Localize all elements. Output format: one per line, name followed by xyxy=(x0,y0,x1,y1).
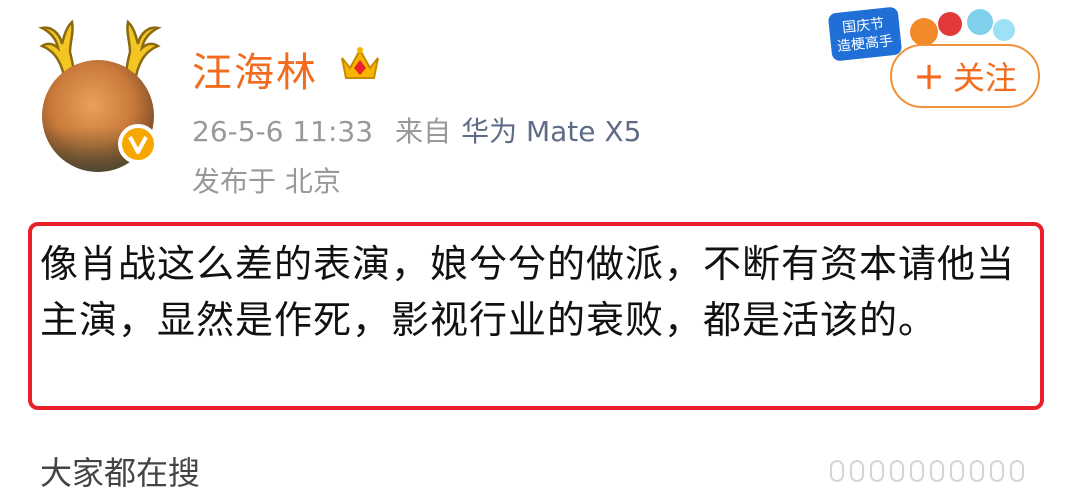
follow-label: 关注 xyxy=(952,59,1017,97)
post-text: 像肖战这么差的表演，娘兮兮的做派，不断有资本请他当主演，显然是作死，影视行业的衰… xyxy=(40,242,1016,342)
post-time: 26-5-6 11:33 xyxy=(192,115,374,148)
crown-icon xyxy=(341,47,379,79)
trending-search-title[interactable]: 大家都在搜 xyxy=(40,448,200,494)
device-link[interactable]: 华为 Mate X5 xyxy=(461,115,641,148)
user-avatar-group[interactable] xyxy=(30,18,170,172)
username[interactable]: 汪海林 xyxy=(192,40,318,98)
verified-badge-icon xyxy=(118,124,158,164)
plus-icon: + xyxy=(913,54,945,98)
watermark-logo-icon xyxy=(830,456,1070,486)
follow-button[interactable]: + 关注 xyxy=(890,44,1040,108)
post-meta: 26-5-6 11:33 来自 华为 Mate X5 xyxy=(192,110,641,150)
post-location: 发布于 北京 xyxy=(192,165,341,198)
post-content-highlight: 像肖战这么差的表演，娘兮兮的做派，不断有资本请他当主演，显然是作死，影视行业的衰… xyxy=(28,222,1044,410)
from-label: 来自 xyxy=(395,115,452,148)
